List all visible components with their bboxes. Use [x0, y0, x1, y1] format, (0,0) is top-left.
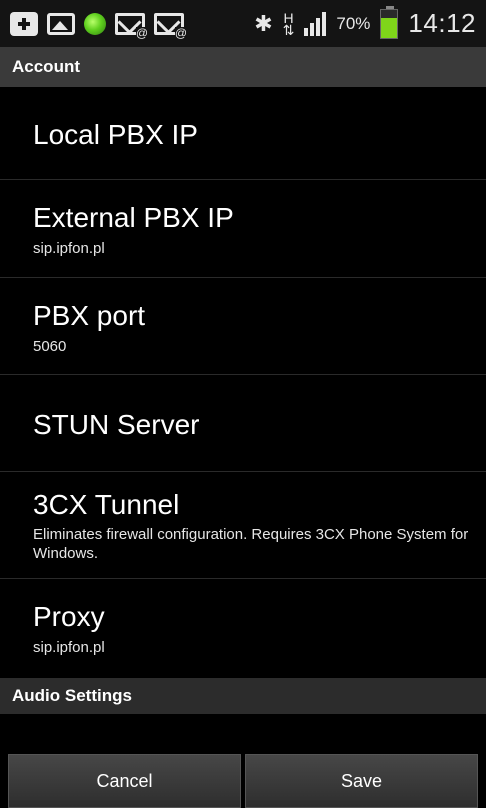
mail-icon: @ [154, 12, 187, 39]
pref-title: Local PBX IP [33, 119, 198, 150]
mail-icon: @ [115, 12, 148, 39]
pref-proxy[interactable]: Proxy sip.ipfon.pl [0, 579, 486, 678]
pref-summary: Eliminates firewall configuration. Requi… [33, 526, 469, 562]
clock: 14:12 [408, 8, 476, 38]
pref-summary: sip.ipfon.pl [33, 240, 105, 257]
pref-pbx-port[interactable]: PBX port 5060 [0, 278, 486, 375]
pref-title: Proxy [33, 601, 105, 632]
pref-3cx-tunnel[interactable]: 3CX Tunnel Eliminates firewall configura… [0, 472, 486, 579]
pref-local-pbx-ip[interactable]: Local PBX IP [0, 87, 486, 180]
pref-external-pbx-ip[interactable]: External PBX IP sip.ipfon.pl [0, 180, 486, 278]
pref-summary: sip.ipfon.pl [33, 639, 105, 656]
audio-settings-section-header: Audio Settings [0, 678, 486, 714]
battery-level-fill [381, 17, 398, 38]
system-icons: ✱ H ⇅ 70% 14:12 [254, 5, 476, 39]
pref-title: External PBX IP [33, 202, 234, 233]
pref-title: 3CX Tunnel [33, 489, 180, 520]
save-button[interactable]: Save [245, 754, 478, 808]
pref-title: STUN Server [33, 409, 200, 440]
pref-summary: 5060 [33, 338, 67, 355]
signal-icon [304, 11, 327, 36]
pref-stun-server[interactable]: STUN Server [0, 375, 486, 472]
cancel-button[interactable]: Cancel [8, 754, 241, 808]
bluetooth-icon: ✱ [254, 10, 273, 36]
battery-percent: 70% [336, 13, 371, 33]
hspa-data-icon: H ⇅ [282, 9, 295, 38]
image-icon [47, 12, 75, 35]
battery-icon [380, 5, 399, 39]
account-section-header: Account [0, 47, 486, 87]
plus-icon [10, 11, 38, 36]
notification-icons: @ @ [10, 11, 187, 39]
pref-title: PBX port [33, 300, 146, 331]
status-bar: @ @ ✱ H ⇅ 70% 14:12 [0, 0, 486, 47]
green-dot-icon [84, 12, 106, 35]
network-type: H [283, 9, 294, 26]
button-bar: Cancel Save [0, 752, 486, 808]
